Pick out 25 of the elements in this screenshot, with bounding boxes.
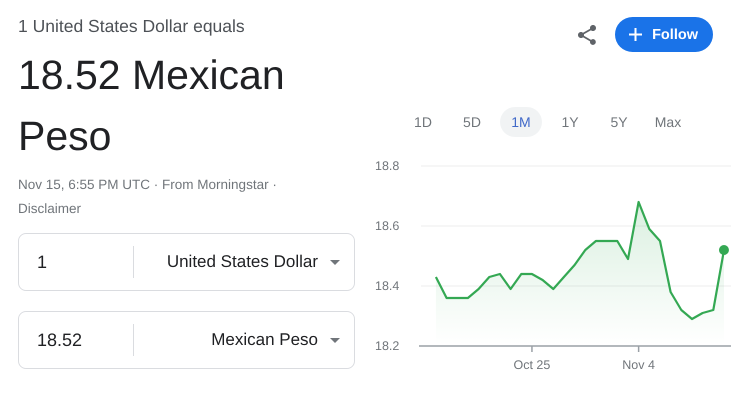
currency-dropdown[interactable]: Mexican Peso	[134, 312, 354, 368]
follow-button[interactable]: Follow	[615, 17, 713, 52]
range-tab[interactable]: 1M	[500, 107, 542, 137]
caret-icon	[330, 338, 340, 342]
range-tab[interactable]: 5D	[451, 107, 493, 137]
y-axis-label: 18.2	[375, 339, 400, 353]
plus-icon	[629, 28, 642, 41]
source-info: Nov 15, 6:55 PM UTC · From Morningstar · Disclaimer	[18, 176, 278, 218]
caret-icon	[330, 260, 340, 264]
range-tab[interactable]: 1Y	[549, 107, 591, 137]
x-axis-label: Nov 4	[622, 358, 655, 372]
y-axis-label: 18.8	[375, 159, 400, 173]
x-axis-label: Oct 25	[514, 358, 550, 372]
amount-field[interactable]: 1	[19, 252, 133, 272]
range-tab[interactable]: 5Y	[598, 107, 640, 137]
range-tab[interactable]: 1D	[402, 107, 444, 137]
latest-point	[718, 245, 729, 255]
amount-field[interactable]: 18.52	[19, 330, 133, 350]
conversion-result: 18.52 Mexican Peso	[18, 51, 286, 161]
conversion-caption: 1 United States Dollar equals	[18, 15, 246, 38]
range-tab[interactable]: Max	[647, 107, 689, 137]
disclaimer-link[interactable]: Disclaimer	[18, 201, 82, 216]
currency-dropdown[interactable]: United States Dollar	[134, 234, 354, 290]
y-axis-label: 18.6	[375, 219, 400, 233]
y-axis-label: 18.4	[375, 279, 400, 293]
